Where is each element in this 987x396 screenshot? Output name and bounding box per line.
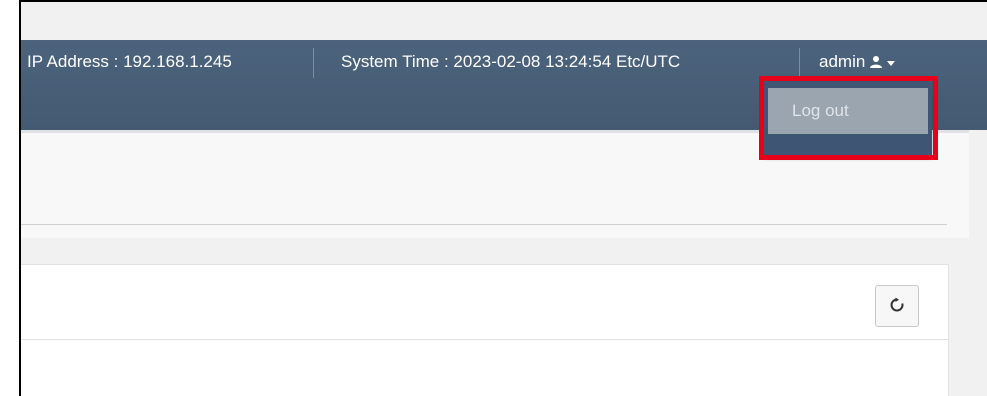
user-icon bbox=[869, 55, 883, 69]
panel-divider bbox=[19, 339, 949, 340]
screenshot-border bbox=[19, 0, 21, 396]
content-panel bbox=[19, 264, 949, 396]
system-time-text: System Time : 2023-02-08 13:24:54 Etc/UT… bbox=[341, 52, 681, 71]
ip-address-text: IP Address : 192.168.1.245 bbox=[27, 52, 232, 71]
refresh-icon bbox=[889, 297, 905, 316]
navbar-separator bbox=[313, 48, 314, 78]
header-divider bbox=[19, 224, 947, 225]
refresh-button[interactable] bbox=[875, 285, 919, 327]
caret-down-icon bbox=[887, 60, 896, 66]
page-margin bbox=[969, 130, 987, 396]
screenshot-border bbox=[19, 0, 987, 2]
logout-menu-item[interactable]: Log out bbox=[768, 88, 928, 134]
app-window: IP Address : 192.168.1.245 System Time :… bbox=[19, 0, 987, 396]
navbar-separator bbox=[799, 48, 800, 78]
user-dropdown-menu: Log out bbox=[764, 78, 932, 156]
username-label: admin bbox=[819, 52, 866, 71]
user-menu-toggle[interactable]: admin bbox=[819, 52, 896, 72]
